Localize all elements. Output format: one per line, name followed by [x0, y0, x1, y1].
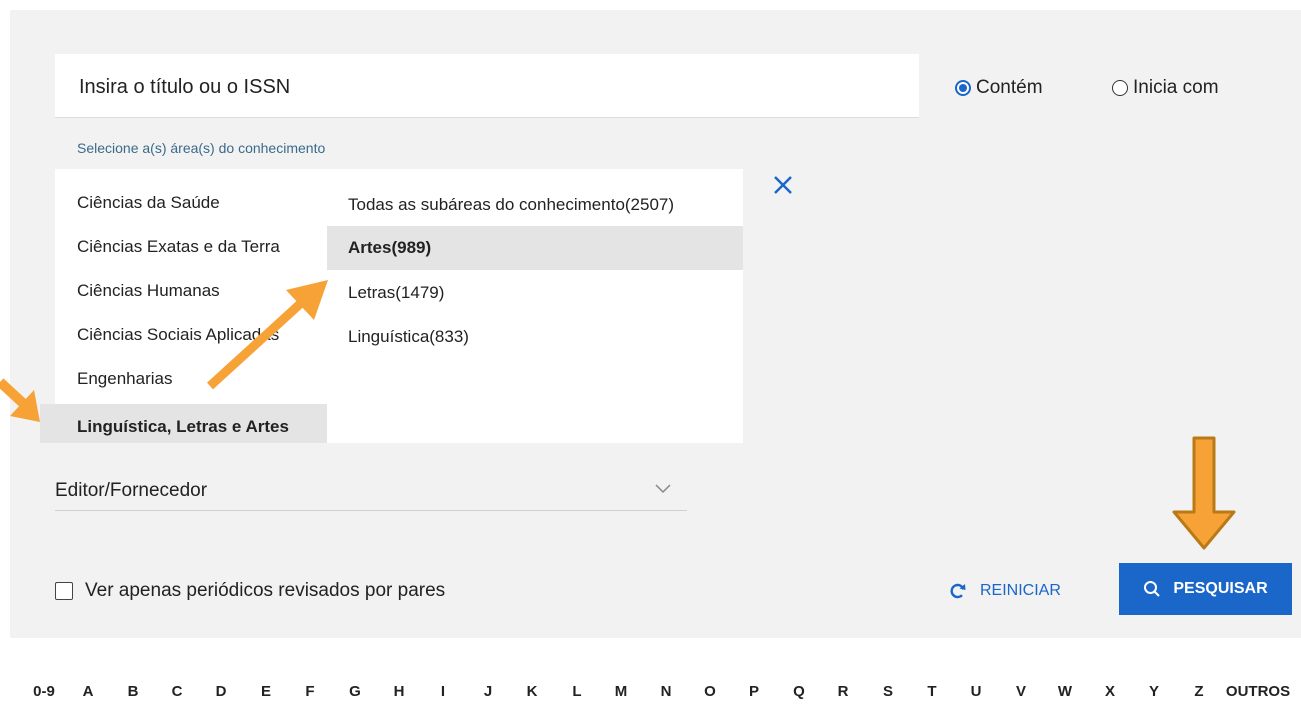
close-icon[interactable] — [770, 172, 796, 198]
alpha-link[interactable]: U — [971, 683, 982, 700]
sub-area-list: Todas as subáreas do conhecimento(2507) … — [327, 169, 743, 443]
search-label: PESQUISAR — [1173, 580, 1268, 597]
peer-review-filter[interactable]: Ver apenas periódicos revisados por pare… — [55, 578, 445, 604]
radio-checked-icon[interactable] — [955, 80, 971, 96]
alpha-link[interactable]: S — [883, 683, 893, 700]
subarea-item-linguistics[interactable]: Linguística(833) — [327, 315, 743, 359]
title-search-box[interactable] — [55, 54, 919, 120]
peer-review-checkbox[interactable] — [55, 582, 73, 600]
knowledge-area-dropdown: Ciências da Saúde Ciências Exatas e da T… — [40, 169, 743, 443]
area-item-engineering[interactable]: Engenharias — [55, 357, 327, 401]
editor-provider-select[interactable]: Editor/Fornecedor — [55, 470, 687, 511]
alpha-link[interactable]: O — [704, 683, 716, 700]
title-search-input[interactable] — [77, 54, 901, 120]
area-item-exact-sciences[interactable]: Ciências Exatas e da Terra — [55, 225, 327, 269]
radio-unchecked-icon[interactable] — [1112, 80, 1128, 96]
alpha-link[interactable]: G — [349, 683, 361, 700]
alpha-link[interactable]: E — [261, 683, 271, 700]
area-item-health[interactable]: Ciências da Saúde — [55, 181, 327, 225]
alpha-link[interactable]: H — [394, 683, 405, 700]
alpha-link[interactable]: T — [927, 683, 936, 700]
alpha-link[interactable]: OUTROS — [1226, 683, 1290, 700]
area-item-applied-social[interactable]: Ciências Sociais Aplicadas — [55, 313, 327, 357]
alpha-link[interactable]: K — [527, 683, 538, 700]
alphabet-nav: 0-9 A B C D E F G H I J K L M N O P Q R … — [0, 675, 1301, 711]
alpha-link[interactable]: W — [1058, 683, 1072, 700]
peer-review-label: Ver apenas periódicos revisados por pare… — [85, 580, 446, 601]
reset-button[interactable]: REINICIAR — [948, 578, 1061, 604]
alpha-link[interactable]: C — [172, 683, 183, 700]
alpha-link[interactable]: X — [1105, 683, 1115, 700]
alpha-link[interactable]: V — [1016, 683, 1026, 700]
alpha-link[interactable]: I — [441, 683, 445, 700]
alpha-link[interactable]: F — [305, 683, 314, 700]
refresh-icon — [950, 583, 966, 599]
search-icon — [1144, 581, 1161, 597]
area-item-humanities[interactable]: Ciências Humanas — [55, 269, 327, 313]
area-item-linguistics-letters-arts[interactable]: Linguística, Letras e Artes — [40, 404, 327, 443]
alpha-link[interactable]: R — [838, 683, 849, 700]
alpha-link[interactable]: Q — [793, 683, 805, 700]
alpha-link[interactable]: D — [216, 683, 227, 700]
editor-provider-label: Editor/Fornecedor — [55, 480, 208, 501]
alpha-link[interactable]: J — [484, 683, 492, 700]
subarea-item-all[interactable]: Todas as subáreas do conhecimento(2507) — [327, 183, 743, 227]
alpha-link[interactable]: A — [83, 683, 94, 700]
alpha-link[interactable]: P — [749, 683, 759, 700]
subarea-item-arts[interactable]: Artes(989) — [327, 226, 743, 270]
alpha-link[interactable]: B — [128, 683, 139, 700]
radio-contains-label: Contém — [976, 77, 1043, 98]
alpha-link[interactable]: M — [615, 683, 628, 700]
alpha-link[interactable]: N — [661, 683, 672, 700]
reset-label: REINICIAR — [980, 582, 1061, 599]
alpha-link[interactable]: Z — [1194, 683, 1203, 700]
alpha-link[interactable]: 0-9 — [33, 683, 55, 700]
alpha-link[interactable]: L — [572, 683, 581, 700]
radio-starts-with[interactable]: Inicia com — [1112, 76, 1219, 100]
subarea-item-letters[interactable]: Letras(1479) — [327, 271, 743, 315]
chevron-down-icon — [655, 484, 671, 494]
radio-starts-with-label: Inicia com — [1133, 77, 1219, 98]
alpha-link[interactable]: Y — [1149, 683, 1159, 700]
main-area-list: Ciências da Saúde Ciências Exatas e da T… — [40, 169, 327, 443]
knowledge-area-label: Selecione a(s) área(s) do conhecimento — [77, 140, 326, 156]
search-button[interactable]: PESQUISAR — [1119, 563, 1292, 615]
radio-contains[interactable]: Contém — [955, 76, 1043, 100]
